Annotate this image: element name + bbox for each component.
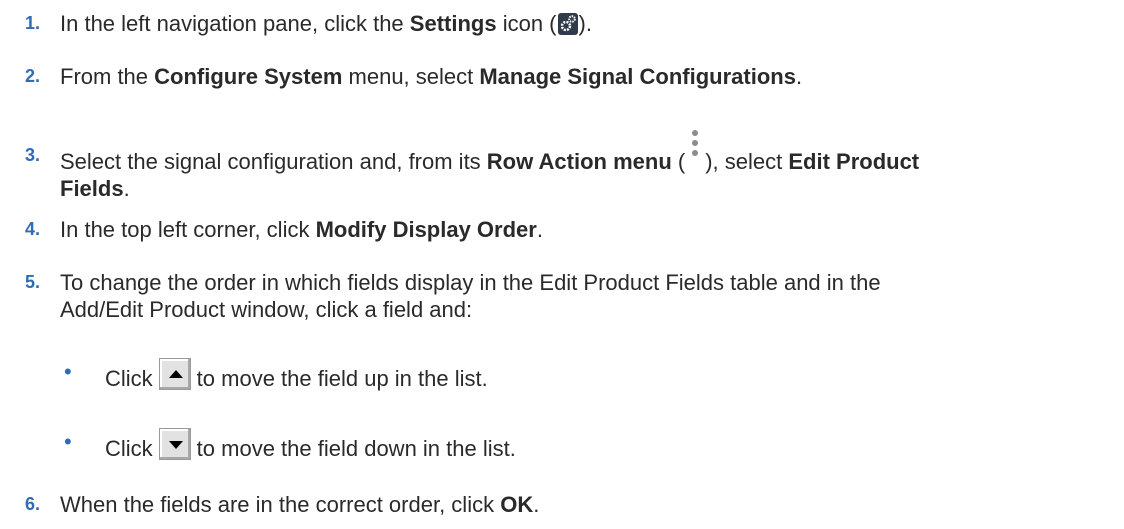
text-segment: . <box>536 217 543 242</box>
step-text: Select the signal configuration and, fro… <box>60 130 1110 202</box>
ui-term: Edit Product <box>788 149 920 174</box>
ui-term: Configure System <box>154 64 343 89</box>
ui-term: Modify Display Order <box>315 217 537 242</box>
substep-text: Click to move the field down in the list. <box>105 428 516 462</box>
step-number: 4. <box>25 219 41 239</box>
move-up-arrow-icon <box>158 358 191 390</box>
bullet: • <box>64 429 72 454</box>
step-text: In the left navigation pane, click the S… <box>60 10 1110 37</box>
ui-term: Fields <box>60 176 124 201</box>
step-text: From the Configure System menu, select M… <box>60 63 1110 90</box>
text-segment: ). <box>578 11 592 36</box>
text-segment: Click <box>105 366 153 391</box>
text-segment: icon ( <box>496 11 557 36</box>
text-segment: to move the field down in the list. <box>196 436 516 461</box>
text-segment: Add/Edit Product window, click a field a… <box>60 297 473 322</box>
text-segment: In the left navigation pane, click the <box>60 11 410 36</box>
substep-text: Click to move the field up in the list. <box>105 358 488 392</box>
bullet: • <box>64 359 72 384</box>
step-text: In the top left corner, click Modify Dis… <box>60 216 1110 243</box>
step-number: 3. <box>25 145 41 165</box>
text-segment: ), select <box>705 149 789 174</box>
text-segment: . <box>123 176 130 201</box>
text-segment: To change the order in which fields disp… <box>60 270 881 295</box>
text-segment: Select the signal configuration and, fro… <box>60 149 487 174</box>
step-number: 6. <box>25 494 41 514</box>
step-number: 1. <box>25 13 41 33</box>
text-segment: . <box>533 492 540 517</box>
step-text: When the fields are in the correct order… <box>60 491 1110 518</box>
row-action-menu-icon <box>685 130 705 172</box>
text-segment: Click <box>105 436 153 461</box>
text-segment: When the fields are in the correct order… <box>60 492 501 517</box>
step-number: 5. <box>25 272 41 292</box>
ui-term: Row Action menu <box>486 149 672 174</box>
text-segment: menu, select <box>342 64 480 89</box>
text-segment: to move the field up in the list. <box>196 366 488 391</box>
ui-term: Settings <box>409 11 497 36</box>
settings-gear-icon <box>557 13 578 35</box>
step-number: 2. <box>25 66 41 86</box>
text-segment: From the <box>60 64 155 89</box>
text-segment: ( <box>671 149 686 174</box>
step-text: To change the order in which fields disp… <box>60 269 1110 323</box>
ui-term: Manage Signal Configurations <box>479 64 796 89</box>
move-down-arrow-icon <box>158 428 191 460</box>
text-segment: In the top left corner, click <box>60 217 316 242</box>
text-segment: . <box>795 64 803 89</box>
ui-term: OK <box>500 492 534 517</box>
